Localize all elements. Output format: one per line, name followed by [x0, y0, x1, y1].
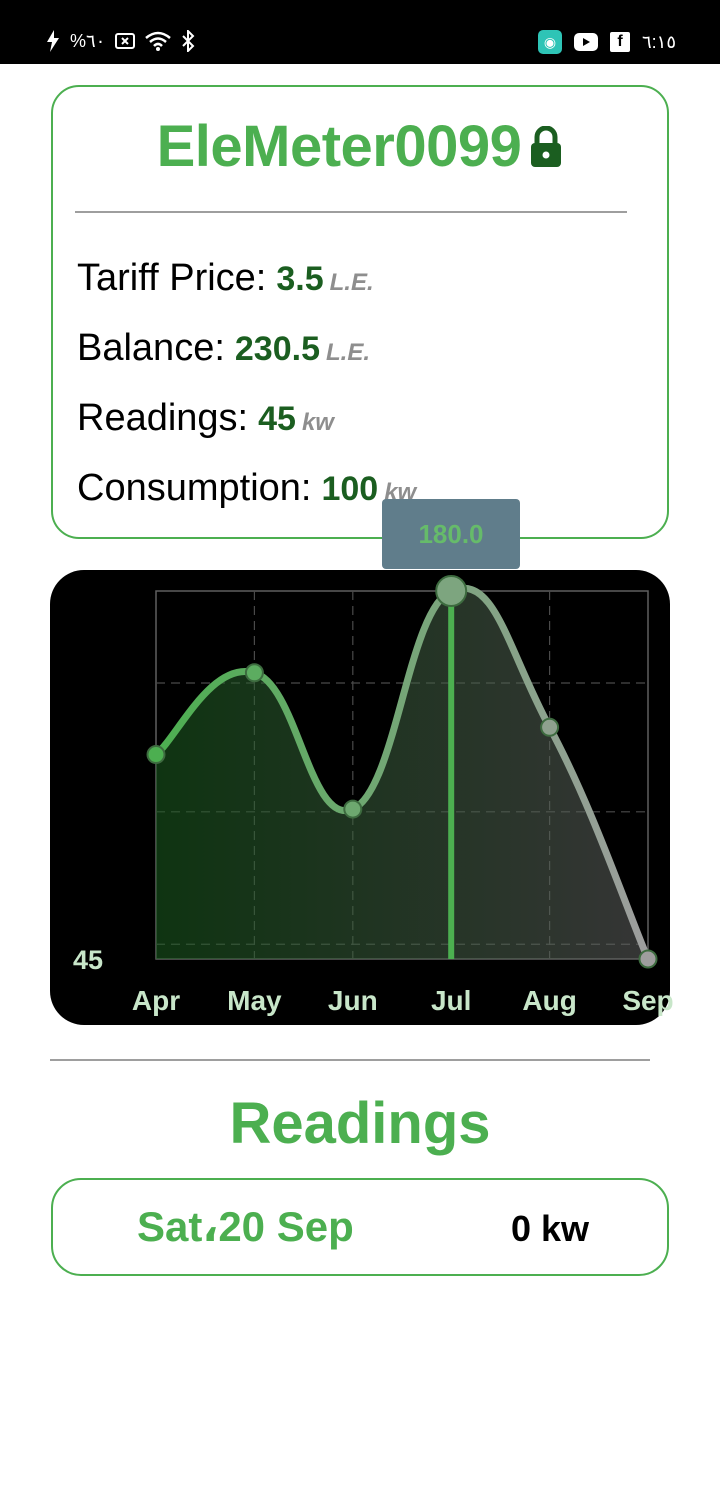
chart-data-point[interactable]	[244, 663, 264, 683]
lock-icon[interactable]	[529, 120, 563, 173]
battery-percent: %٦٠	[70, 30, 106, 51]
status-time: ٦:١٥	[641, 31, 676, 52]
meter-name: EleMeter0099	[156, 114, 522, 179]
readings-label: Readings:	[77, 397, 249, 439]
chart-y-tick-label: 45	[73, 945, 103, 975]
tariff-label: Tariff Price:	[77, 257, 267, 299]
chart-x-tick-label: Jun	[328, 985, 378, 1016]
chart-data-point[interactable]	[435, 575, 468, 607]
card-divider	[75, 211, 627, 213]
chart-x-tick-label: Aug	[522, 985, 576, 1016]
balance-label: Balance:	[77, 327, 225, 369]
balance-value: 230.5	[234, 330, 320, 368]
facebook-icon: f	[609, 32, 630, 52]
consumption-row: Consumption: 100 kw	[77, 467, 416, 510]
reading-date: Sat،20 Sep	[137, 1203, 354, 1250]
tariff-unit: L.E.	[329, 269, 374, 296]
tariff-value: 3.5	[276, 260, 324, 298]
meter-info-card: EleMeter0099 Tariff Price: 3.5 L.E. Bala…	[51, 85, 669, 539]
chart-tooltip: 180.0	[382, 499, 520, 569]
tariff-row: Tariff Price: 3.5 L.E.	[77, 257, 374, 300]
app-notification-icon: ◉	[537, 30, 562, 54]
chart-x-tick-label: Jul	[431, 985, 471, 1016]
youtube-icon	[573, 33, 598, 51]
screen-record-icon	[115, 32, 136, 50]
consumption-value: 100	[321, 470, 379, 508]
chart-data-point[interactable]	[146, 745, 166, 765]
chart-canvas[interactable]: Apr May Jun Jul Aug Sep 45	[50, 570, 680, 1025]
readings-row: Readings: 45 kw	[77, 397, 334, 440]
consumption-chart[interactable]: Apr May Jun Jul Aug Sep 45	[50, 570, 674, 1025]
chart-data-point[interactable]	[638, 949, 658, 969]
charging-bolt-icon	[46, 30, 60, 52]
section-divider	[50, 1059, 650, 1061]
reading-value: 0 kw	[510, 1208, 589, 1249]
bluetooth-icon	[181, 30, 195, 52]
readings-value: 45	[258, 400, 296, 438]
meter-title-row: EleMeter0099	[53, 113, 667, 180]
wifi-icon	[145, 31, 172, 51]
status-bar: %٦٠ ◉ f ٦:١٥	[0, 0, 720, 64]
readings-unit: kw	[301, 409, 334, 436]
chart-x-tick-label: Sep	[622, 985, 673, 1016]
chart-data-point[interactable]	[540, 717, 560, 737]
balance-unit: L.E.	[325, 339, 370, 366]
status-bar-right: ◉ f ٦:١٥	[537, 30, 676, 54]
consumption-label: Consumption:	[77, 467, 312, 509]
chart-data-point[interactable]	[343, 799, 363, 819]
status-bar-left: %٦٠	[46, 30, 195, 52]
readings-title: Readings	[229, 1091, 491, 1156]
chart-x-tick-label: Apr	[132, 985, 180, 1016]
chart-x-tick-label: May	[227, 985, 282, 1016]
reading-list-item[interactable]: Sat،20 Sep 0 kw	[51, 1178, 669, 1276]
balance-row: Balance: 230.5 L.E.	[77, 327, 370, 370]
